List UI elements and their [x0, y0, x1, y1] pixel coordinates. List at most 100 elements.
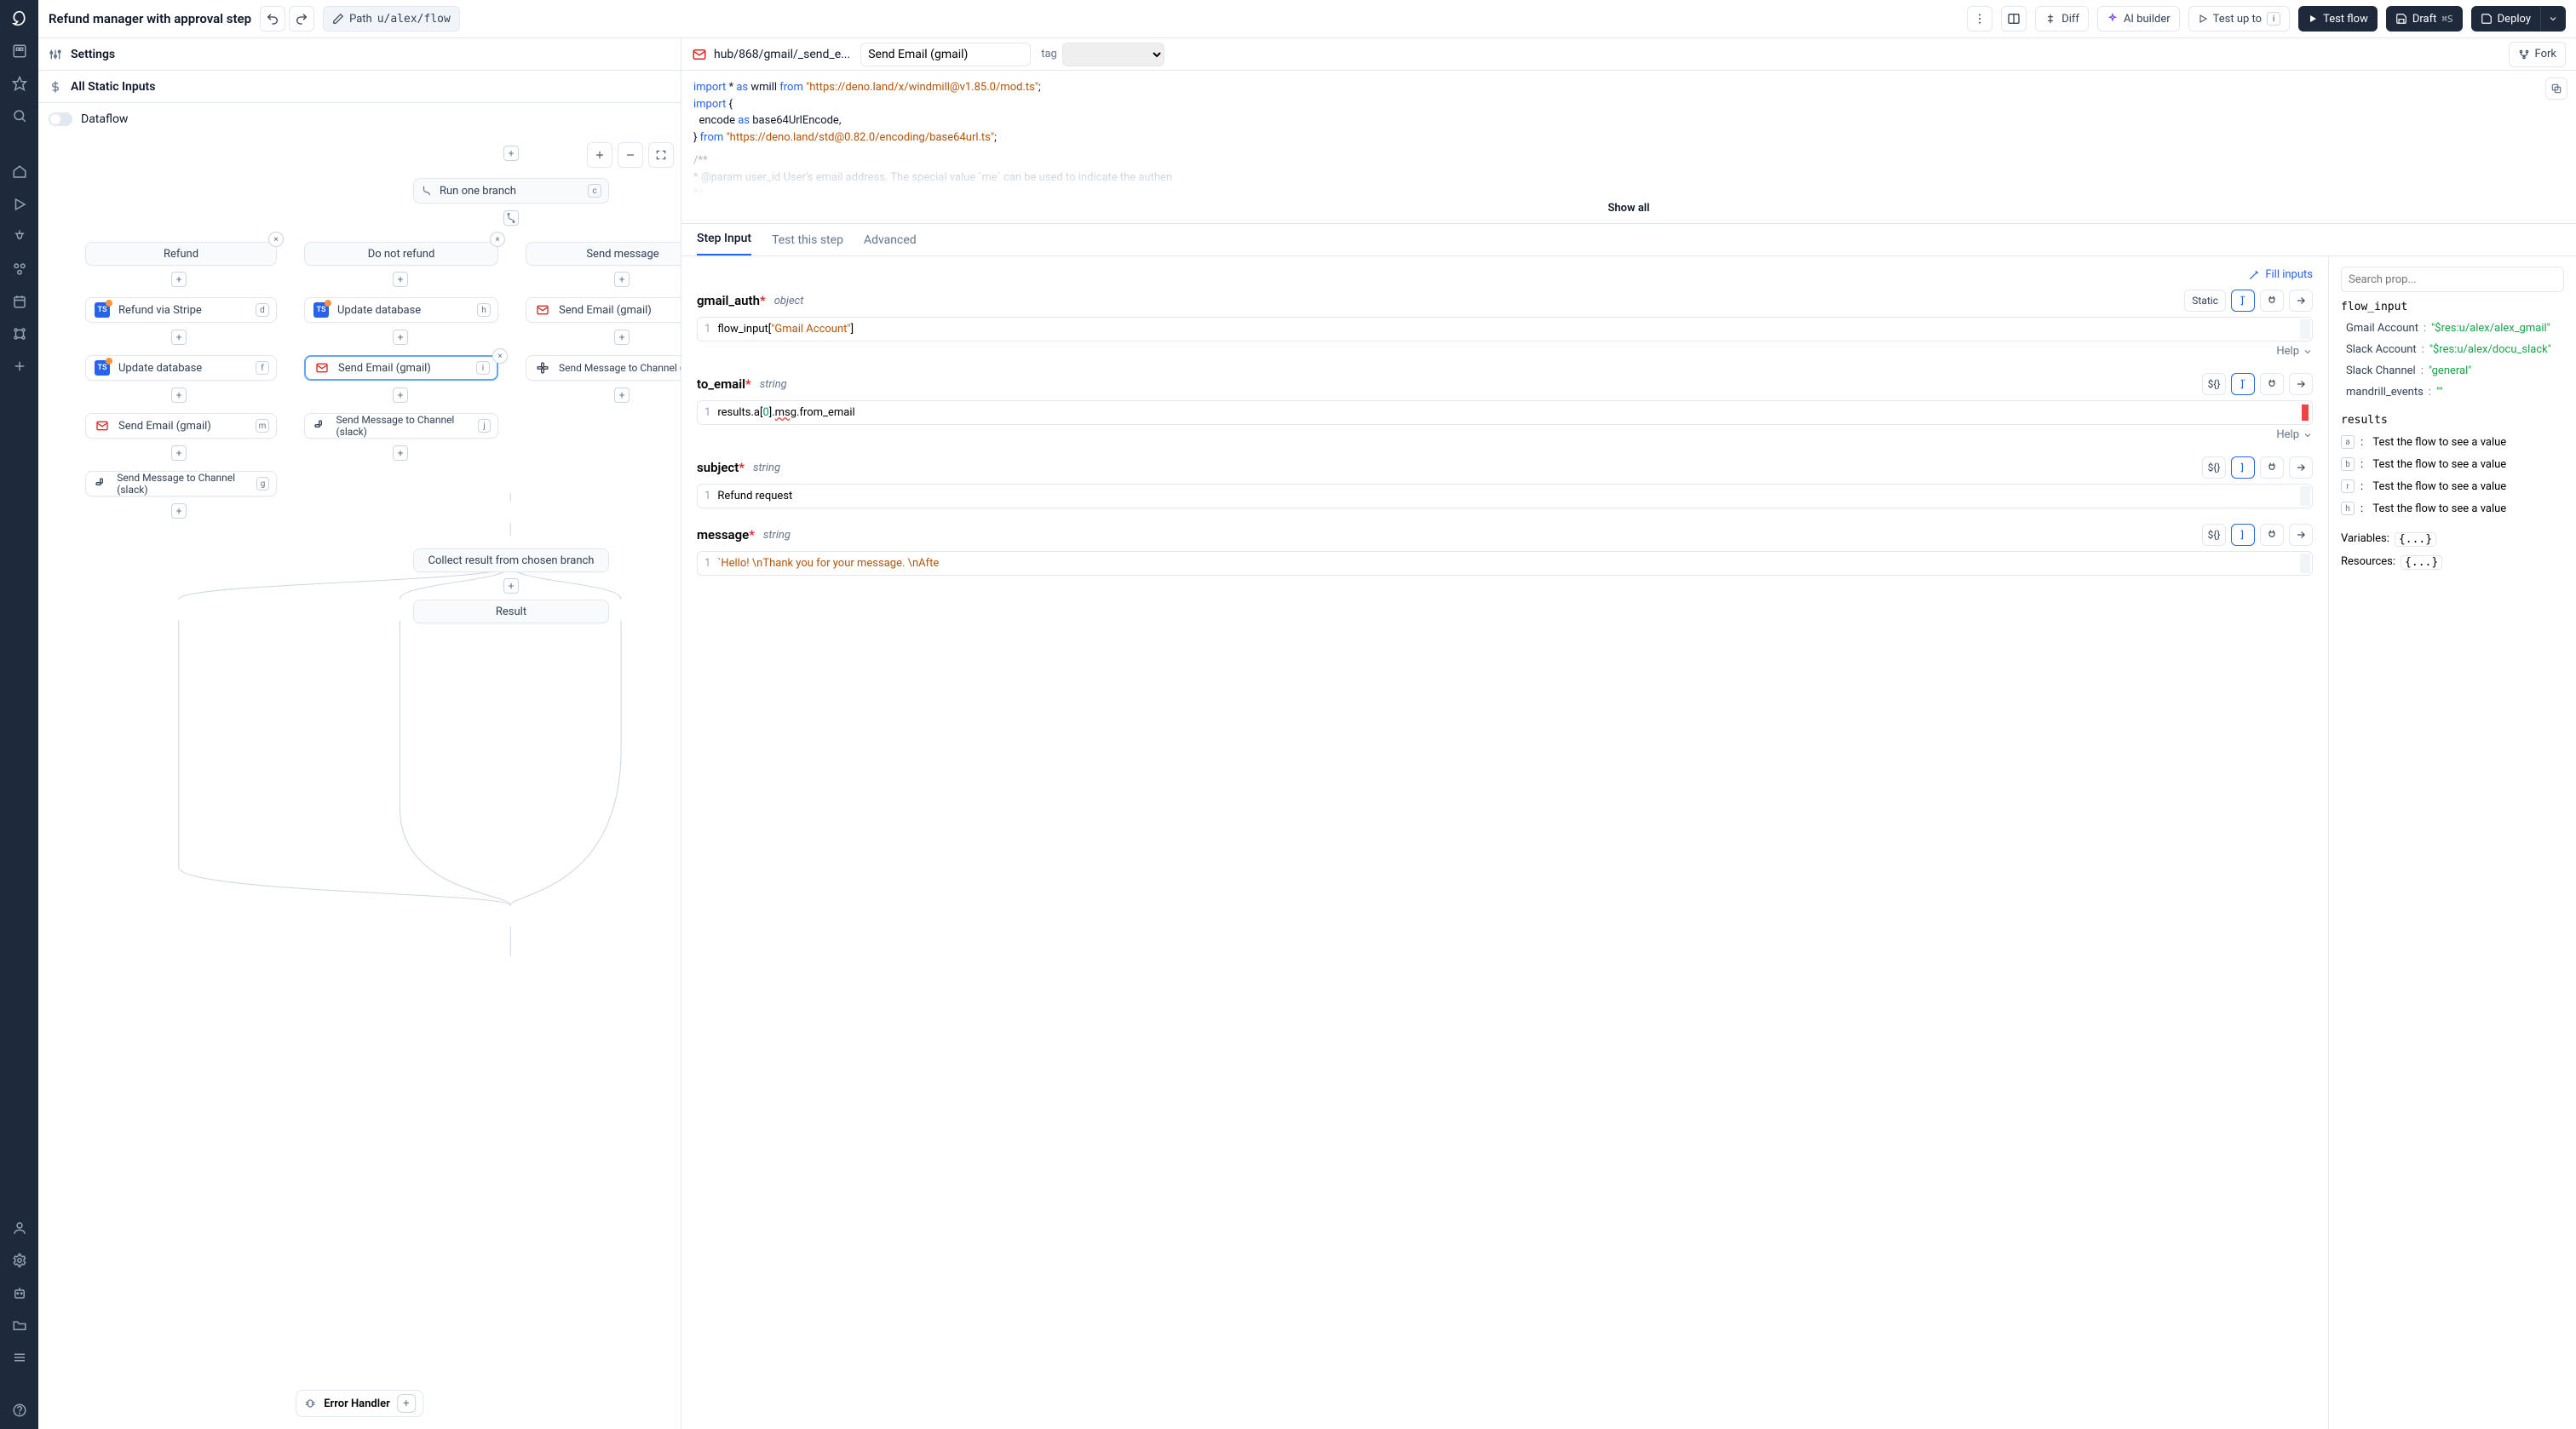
test-up-to-button[interactable]: Test up toi — [2188, 6, 2290, 32]
add-step[interactable]: + — [171, 272, 187, 287]
add-step[interactable]: + — [614, 330, 630, 345]
add-step[interactable]: + — [171, 387, 187, 403]
branch-no-refund[interactable]: Do not refund — [304, 242, 498, 266]
show-all-button[interactable]: Show all — [1607, 200, 1649, 217]
node-send-email-3[interactable]: Send Email (gmail)m — [85, 413, 277, 439]
all-static-inputs-row[interactable]: All Static Inputs — [38, 71, 681, 103]
expr-chip[interactable] — [2231, 290, 2255, 312]
nav-graph-icon[interactable] — [8, 322, 32, 346]
add-step[interactable]: + — [503, 578, 519, 594]
tab-test-step[interactable]: Test this step — [772, 233, 843, 255]
nav-settings-icon[interactable] — [8, 1248, 32, 1272]
add-step[interactable]: + — [171, 503, 187, 519]
variables-expand[interactable]: {...} — [2395, 532, 2436, 547]
node-slack-2[interactable]: Send Message to Channel (slack)j — [304, 413, 498, 439]
redo-button[interactable] — [289, 6, 314, 32]
nav-search-icon[interactable] — [8, 104, 32, 128]
node-update-db-2[interactable]: TSUpdate databasef — [85, 355, 277, 381]
collect-node[interactable]: Collect result from chosen branch — [413, 548, 609, 572]
fullscreen-button[interactable] — [648, 142, 674, 168]
flow-canvas[interactable]: + Run one branch c Refund × Do not refun… — [38, 135, 681, 1429]
node-slack-1[interactable]: Send Message to Channel (slack) — [526, 355, 681, 381]
link-chip[interactable] — [2289, 373, 2313, 395]
node-refund-stripe[interactable]: TSRefund via Striped — [85, 297, 277, 323]
add-step[interactable]: + — [393, 272, 408, 287]
fork-button[interactable]: Fork — [2509, 42, 2566, 67]
add-step-plus[interactable]: + — [503, 146, 519, 161]
ai-builder-button[interactable]: AI builder — [2097, 6, 2180, 32]
result-node[interactable]: Result — [413, 600, 609, 623]
expr-chip[interactable] — [2231, 373, 2255, 395]
field-editor[interactable]: 1results.a[0].msg.from_email — [697, 400, 2313, 425]
node-slack-3[interactable]: Send Message to Channel (slack)g — [85, 471, 277, 496]
nav-folder-icon[interactable] — [8, 1313, 32, 1337]
static-chip[interactable]: Static — [2184, 290, 2226, 312]
run-branch-node[interactable]: Run one branch c — [413, 178, 609, 204]
error-handler[interactable]: Error Handler + — [296, 1390, 423, 1417]
nav-home-icon[interactable] — [8, 39, 32, 63]
layout-button[interactable] — [2001, 6, 2027, 32]
nav-runs-icon[interactable] — [8, 192, 32, 216]
branch-refund[interactable]: Refund — [85, 242, 277, 266]
branch-refund-close[interactable]: × — [268, 232, 284, 247]
add-step[interactable]: + — [614, 387, 630, 403]
tab-step-input[interactable]: Step Input — [697, 232, 751, 255]
plug-chip[interactable] — [2260, 373, 2284, 395]
nav-variables-icon[interactable] — [8, 225, 32, 249]
resources-expand[interactable]: {...} — [2401, 555, 2442, 570]
error-handler-add[interactable]: + — [397, 1394, 416, 1413]
nav-star-icon[interactable] — [8, 72, 32, 95]
step-name-input[interactable] — [860, 43, 1031, 66]
settings-row[interactable]: Settings — [38, 38, 681, 71]
help-toggle[interactable]: Help — [697, 428, 2313, 441]
deploy-button[interactable]: Deploy — [2471, 6, 2540, 32]
nav-user-icon[interactable] — [8, 1216, 32, 1240]
branch-send-msg[interactable]: Send message — [526, 242, 681, 266]
node-close[interactable]: × — [492, 348, 508, 364]
deploy-dropdown[interactable] — [2540, 6, 2566, 32]
add-step[interactable]: + — [614, 272, 630, 287]
nav-add-icon[interactable] — [8, 354, 32, 378]
nav-robot-icon[interactable] — [8, 1281, 32, 1305]
field-editor[interactable]: 1Refund request — [697, 484, 2313, 508]
nav-resources-icon[interactable] — [8, 257, 32, 281]
props-search-input[interactable] — [2341, 267, 2564, 292]
plug-chip[interactable] — [2260, 524, 2284, 546]
nav-house-icon[interactable] — [8, 160, 32, 184]
add-step[interactable]: + — [393, 387, 408, 403]
nav-list-icon[interactable] — [8, 1346, 32, 1369]
node-send-email-2[interactable]: Send Email (gmail)i — [304, 355, 498, 381]
undo-button[interactable] — [260, 6, 285, 32]
branch-no-refund-close[interactable]: × — [490, 232, 505, 247]
plug-chip[interactable] — [2260, 456, 2284, 479]
fill-inputs-button[interactable]: Fill inputs — [2248, 268, 2313, 281]
tab-advanced[interactable]: Advanced — [864, 233, 917, 255]
branch-icon[interactable] — [503, 210, 519, 226]
field-editor[interactable]: 1`Hello! \nThank you for your message. \… — [697, 551, 2313, 576]
code-chip[interactable]: ${} — [2202, 456, 2226, 479]
logo-icon[interactable] — [8, 7, 32, 31]
tag-select[interactable] — [1062, 43, 1164, 66]
expr-chip[interactable] — [2231, 524, 2255, 546]
expr-chip[interactable] — [2231, 456, 2255, 479]
node-update-db-1[interactable]: TSUpdate databaseh — [304, 297, 498, 323]
copy-code-button[interactable] — [2545, 77, 2567, 100]
help-toggle[interactable]: Help — [697, 345, 2313, 358]
code-chip[interactable]: ${} — [2202, 524, 2226, 546]
link-chip[interactable] — [2289, 524, 2313, 546]
add-step[interactable]: + — [171, 445, 187, 461]
test-flow-button[interactable]: Test flow — [2298, 6, 2378, 32]
link-chip[interactable] — [2289, 290, 2313, 312]
nav-help-icon[interactable] — [8, 1398, 32, 1422]
draft-button[interactable]: Draft⌘S — [2386, 6, 2463, 32]
add-step[interactable]: + — [393, 445, 408, 461]
add-step[interactable]: + — [393, 330, 408, 345]
add-step[interactable]: + — [171, 330, 187, 345]
diff-button[interactable]: Diff — [2035, 6, 2089, 32]
nav-schedule-icon[interactable] — [8, 290, 32, 313]
link-chip[interactable] — [2289, 456, 2313, 479]
more-button[interactable] — [1967, 6, 1992, 32]
field-editor[interactable]: 1flow_input["Gmail Account"] — [697, 317, 2313, 341]
node-send-email-1[interactable]: Send Email (gmail) — [526, 297, 681, 323]
zoom-out-button[interactable] — [618, 142, 643, 168]
